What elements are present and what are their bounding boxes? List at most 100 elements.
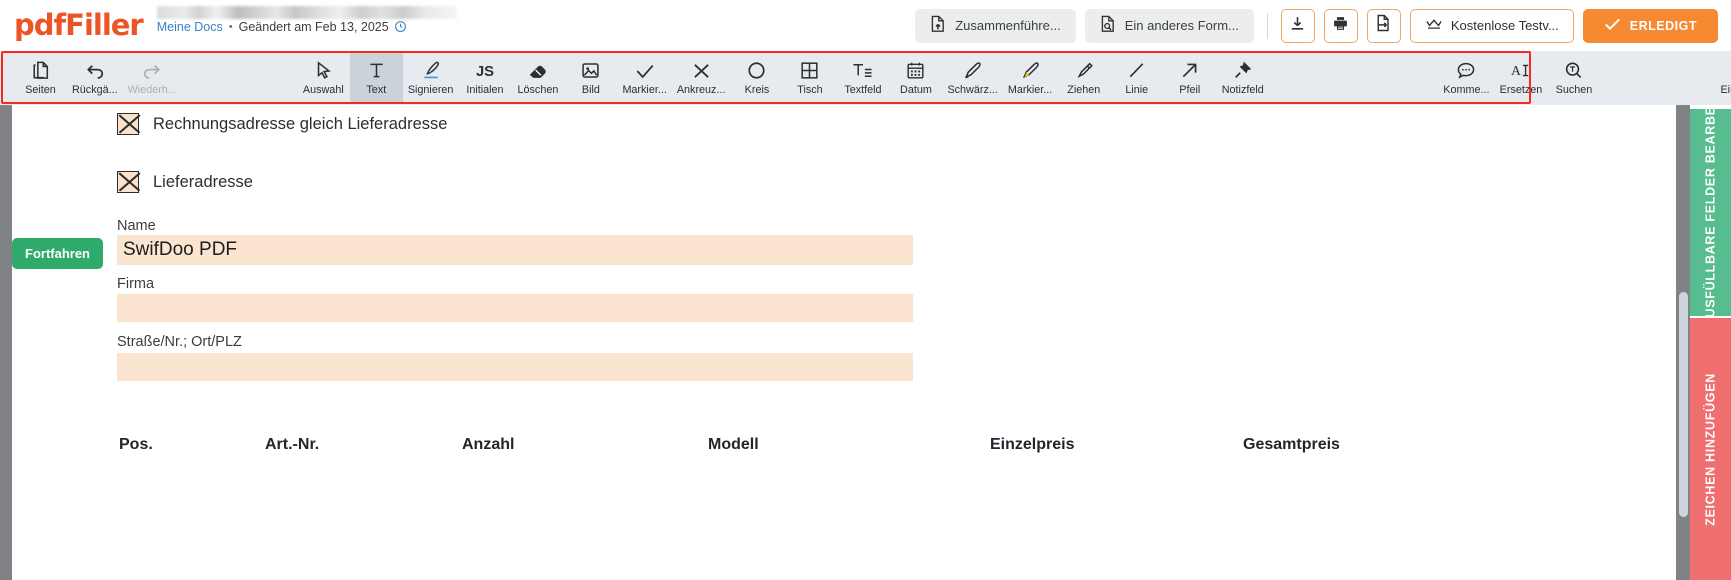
side-tab-add-signature[interactable]: ZEICHEN HINZUFÜGEN — [1690, 318, 1731, 580]
checkbox-row-billing-address[interactable]: Rechnungsadresse gleich Lieferadresse — [117, 113, 447, 135]
cursor-arrow-icon — [315, 60, 332, 80]
tool-draw-label: Ziehen — [1067, 83, 1101, 96]
text-icon — [367, 60, 386, 80]
tool-draw[interactable]: Ziehen — [1057, 51, 1110, 104]
redo-icon — [142, 60, 162, 80]
checkbox-label-billing: Rechnungsadresse gleich Lieferadresse — [153, 114, 448, 133]
print-button[interactable] — [1323, 8, 1358, 43]
field-input-name[interactable]: SwifDoo PDF — [117, 235, 913, 265]
breadcrumb-my-docs[interactable]: Meine Docs — [157, 20, 223, 34]
toolbar-spacer-1 — [182, 51, 297, 105]
toolbar-spacer-left — [0, 51, 14, 105]
tool-text[interactable]: Text — [349, 51, 403, 104]
split-document-icon — [1375, 14, 1392, 37]
checkbox-checked-icon[interactable] — [117, 171, 139, 193]
image-icon — [581, 60, 600, 80]
arrow-icon — [1180, 60, 1199, 80]
line-icon — [1127, 60, 1146, 80]
tool-textfield-label: Textfeld — [844, 83, 882, 96]
tool-table-label: Tisch — [797, 83, 823, 96]
field-input-firma[interactable] — [117, 294, 913, 322]
tool-search[interactable]: Suchen — [1547, 51, 1600, 104]
initials-js-icon: JS — [473, 60, 497, 80]
checkbox-checked-icon[interactable] — [117, 113, 139, 135]
tool-settings-label: Einstell... — [1720, 83, 1731, 96]
pdf-page: Rechnungsadresse gleich Lieferadresse Li… — [12, 105, 1530, 580]
document-viewport: Fortfahren Rechnungsadresse gleich Liefe… — [0, 105, 1731, 580]
tool-settings[interactable]: Einstell... — [1715, 51, 1731, 104]
tool-sticky-note[interactable]: Notizfeld — [1216, 51, 1269, 104]
circle-icon — [747, 60, 766, 80]
tool-comment[interactable]: Komme... — [1438, 51, 1494, 104]
tool-highlight[interactable]: Markier... — [1003, 51, 1057, 104]
toolbar-spacer-2b — [1384, 51, 1438, 105]
comment-icon — [1456, 60, 1476, 80]
header-divider — [1266, 12, 1268, 39]
pdffiller-logo[interactable]: pdfFiller — [14, 8, 144, 42]
left-rail — [0, 105, 12, 580]
field-input-street[interactable] — [117, 353, 913, 381]
tool-initials[interactable]: JS Initialen — [458, 51, 511, 104]
redact-pen-icon — [962, 60, 983, 80]
tool-arrow[interactable]: Pfeil — [1163, 51, 1216, 104]
merge-button[interactable]: Zusammenführe... — [915, 8, 1076, 43]
undo-icon — [85, 60, 105, 80]
tool-image[interactable]: Bild — [564, 51, 617, 104]
merge-button-label: Zusammenführe... — [955, 18, 1061, 33]
clock-icon[interactable] — [394, 20, 407, 33]
table-header-artnr: Art.-Nr. — [265, 436, 320, 453]
done-button[interactable]: ERLEDIGT — [1582, 8, 1718, 43]
tool-table[interactable]: Tisch — [783, 51, 836, 104]
tool-undo[interactable]: Rückgä... — [67, 51, 123, 104]
table-header-gesamtpreis: Gesamtpreis — [1243, 436, 1340, 453]
table-icon — [800, 60, 819, 80]
side-tab-edit-fillable-fields-label: AUSFÜLLBARE FELDER BEARBEITEN — [1703, 109, 1718, 316]
tool-date-label: Datum — [900, 83, 932, 96]
tool-redo[interactable]: Wiederh... — [123, 51, 182, 104]
download-icon — [1289, 15, 1306, 37]
side-tab-edit-fillable-fields[interactable]: AUSFÜLLBARE FELDER BEARBEITEN — [1690, 109, 1731, 316]
breadcrumb-separator: • — [228, 20, 233, 33]
header-actions: Zusammenführe... Ein anderes Form... Kos… — [915, 8, 1718, 43]
tool-highlight-label: Markier... — [1007, 83, 1053, 96]
tool-date[interactable]: Datum — [889, 51, 942, 104]
split-document-button[interactable] — [1366, 8, 1401, 43]
sticky-pin-icon — [1233, 60, 1252, 80]
tool-erase[interactable]: Löschen — [511, 51, 564, 104]
crown-icon — [1425, 17, 1443, 34]
table-header-anzahl: Anzahl — [462, 436, 515, 453]
another-form-button[interactable]: Ein anderes Form... — [1084, 8, 1254, 43]
tool-arrow-label: Pfeil — [1179, 83, 1201, 96]
tool-image-label: Bild — [581, 83, 600, 96]
toolbar-tools: Seiten Rückgä... Wiederh... Auswahl Text… — [0, 51, 1731, 105]
side-tab-add-signature-label: ZEICHEN HINZUFÜGEN — [1703, 372, 1718, 526]
signature-pen-icon — [421, 60, 441, 80]
eraser-icon — [528, 60, 548, 80]
vertical-scrollbar-thumb[interactable] — [1679, 292, 1688, 517]
tool-replace[interactable]: A Ersetzen — [1494, 51, 1547, 104]
tool-sign[interactable]: Signieren — [403, 51, 459, 104]
tool-textfield[interactable]: Textfeld — [836, 51, 889, 104]
tool-redact[interactable]: Schwärz... — [942, 51, 1002, 104]
editor-toolbar: Seiten Rückgä... Wiederh... Auswahl Text… — [0, 51, 1731, 105]
tool-line[interactable]: Linie — [1110, 51, 1163, 104]
free-trial-button[interactable]: Kostenlose Testv... — [1409, 8, 1574, 43]
replace-text-icon: A — [1510, 60, 1532, 80]
tool-cross[interactable]: Ankreuz... — [672, 51, 731, 104]
tool-text-label: Text — [366, 83, 387, 96]
another-form-button-label: Ein anderes Form... — [1124, 18, 1239, 33]
brush-draw-icon — [1074, 60, 1094, 80]
tool-circle[interactable]: Kreis — [730, 51, 783, 104]
printer-icon — [1332, 15, 1349, 37]
table-header-einzelpreis: Einzelpreis — [990, 436, 1075, 453]
checkbox-row-delivery-address[interactable]: Lieferadresse — [117, 171, 253, 193]
download-button[interactable] — [1280, 8, 1315, 43]
tool-redo-label: Wiederh... — [127, 83, 177, 96]
document-search-icon — [1100, 15, 1116, 36]
tool-circle-label: Kreis — [744, 83, 770, 96]
tool-checkmark[interactable]: Markier... — [617, 51, 671, 104]
field-value-name: SwifDoo PDF — [123, 239, 238, 260]
tool-pages[interactable]: Seiten — [14, 51, 67, 104]
check-icon — [1604, 17, 1621, 34]
tool-select[interactable]: Auswahl — [297, 51, 350, 104]
